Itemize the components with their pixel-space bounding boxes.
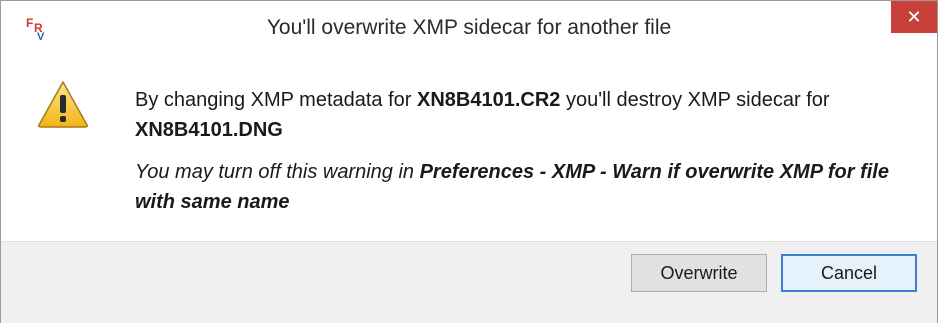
warning-message: By changing XMP metadata for XN8B4101.CR… <box>135 85 925 145</box>
source-filename: XN8B4101.CR2 <box>417 89 561 111</box>
window-title: You'll overwrite XMP sidecar for another… <box>266 16 672 39</box>
message-area: By changing XMP metadata for XN8B4101.CR… <box>1 55 937 241</box>
overwrite-button[interactable]: Overwrite <box>631 254 767 292</box>
message-text: By changing XMP metadata for <box>135 89 418 111</box>
close-icon: ✕ <box>906 6 922 28</box>
warning-icon <box>38 81 88 128</box>
cancel-button[interactable]: Cancel <box>781 254 917 292</box>
button-bar: Overwrite Cancel <box>1 241 937 323</box>
title-bar[interactable]: F R V You'll overwrite XMP sidecar for a… <box>1 1 937 55</box>
close-button[interactable]: ✕ <box>891 1 937 33</box>
target-filename: XN8B4101.DNG <box>135 119 283 141</box>
hint-message: You may turn off this warning in Prefere… <box>135 157 925 217</box>
hint-text: You may turn off this warning in <box>135 161 420 183</box>
dialog-window: F R V You'll overwrite XMP sidecar for a… <box>0 0 938 323</box>
message-text: you'll destroy XMP sidecar for <box>560 89 830 111</box>
